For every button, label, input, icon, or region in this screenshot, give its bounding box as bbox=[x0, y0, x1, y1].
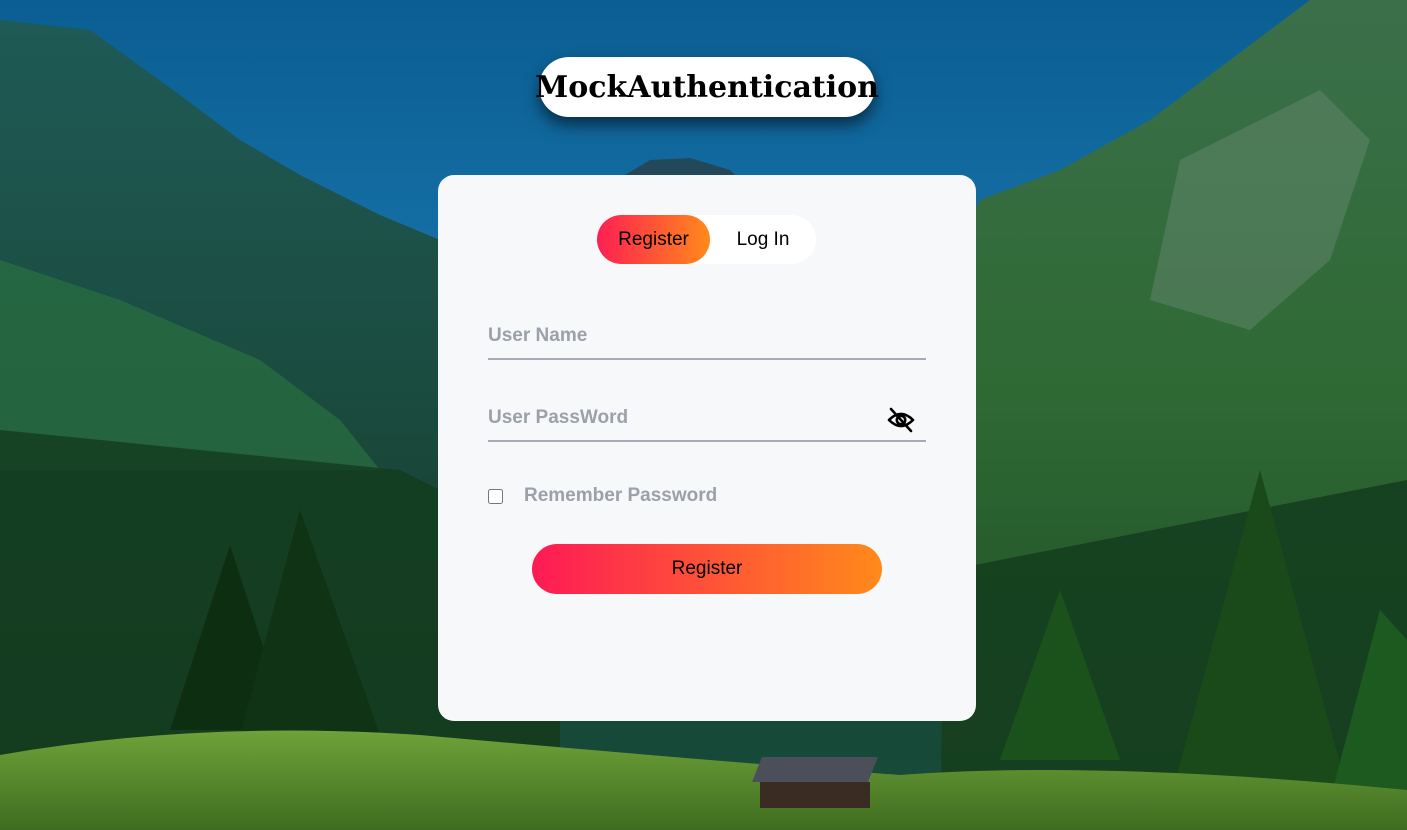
remember-password-checkbox[interactable] bbox=[488, 488, 503, 504]
auth-mode-toggle: Register Log In bbox=[597, 215, 816, 264]
eye-off-icon[interactable] bbox=[886, 406, 916, 434]
tab-login[interactable]: Log In bbox=[710, 215, 816, 264]
username-input[interactable] bbox=[488, 314, 926, 358]
tab-register[interactable]: Register bbox=[597, 215, 710, 264]
app-title-banner: MockAuthentication bbox=[535, 57, 879, 117]
remember-password-label[interactable]: Remember Password bbox=[524, 485, 717, 507]
remember-password-row: Remember Password bbox=[488, 483, 717, 509]
auth-card: Register Log In Remember Password Regist… bbox=[438, 175, 976, 721]
username-field bbox=[488, 314, 926, 360]
register-button[interactable]: Register bbox=[532, 544, 882, 594]
password-field bbox=[488, 396, 926, 442]
password-input[interactable] bbox=[488, 396, 868, 440]
app-title: MockAuthentication bbox=[535, 69, 879, 105]
